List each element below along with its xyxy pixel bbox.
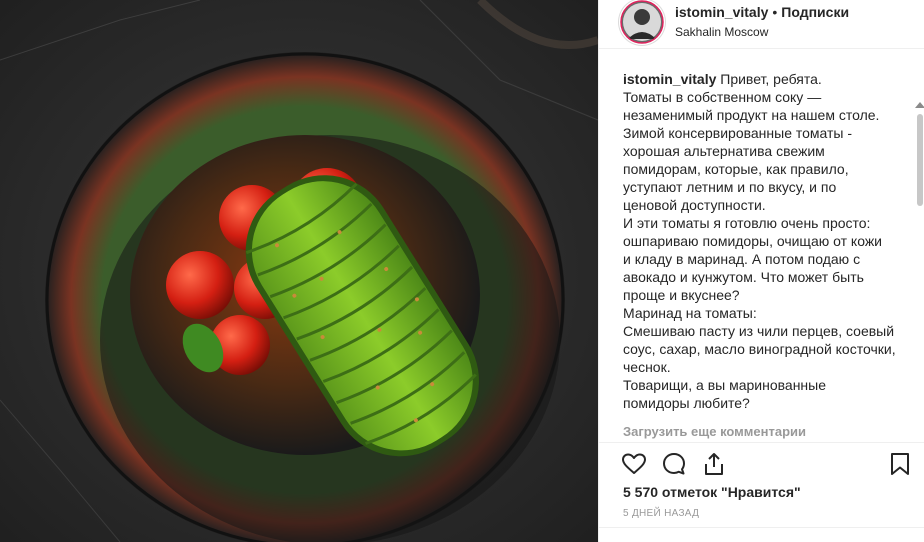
caption-line: и кладу в маринад. А потом подаю с [623, 251, 861, 267]
caption-line: проще и вкуснее? [623, 287, 740, 303]
caption-line: Зимой консервированные томаты - [623, 125, 853, 141]
avatar[interactable] [619, 0, 665, 45]
like-button[interactable] [621, 451, 647, 477]
caption-line: Маринад на томаты: [623, 305, 757, 321]
bookmark-icon [887, 451, 913, 477]
post-caption: istomin_vitaly Привет, ребята. Томаты в … [623, 70, 901, 412]
caption-line: ценовой доступности. [623, 197, 766, 213]
likes-count[interactable]: 5 570 отметок "Нравится" [623, 484, 801, 500]
post-header: istomin_vitaly • Подписки Sakhalin Moscow [599, 0, 924, 49]
header-username[interactable]: istomin_vitaly [675, 4, 768, 20]
post-timestamp[interactable]: 5 ДНЕЙ НАЗАД [623, 508, 699, 519]
caption-greeting: Привет, ребята. [720, 71, 822, 87]
comments-scrollbar[interactable] [917, 114, 923, 206]
share-button[interactable] [701, 451, 727, 477]
header-user-line: istomin_vitaly • Подписки [675, 4, 849, 20]
comment-button[interactable] [661, 451, 687, 477]
comment-icon [661, 451, 687, 477]
caption-line: незаменимый продукт на нашем столе. [623, 107, 880, 123]
caption-line: Смешиваю пасту из чили перцев, соевый [623, 323, 895, 339]
comments-area[interactable]: istomin_vitaly Привет, ребята. Томаты в … [599, 50, 924, 442]
caption-line: хорошая альтернатива свежим [623, 143, 825, 159]
caption-line: ошпариваю помидоры, очищаю от кожи [623, 233, 883, 249]
caption-line: уступают летним и по вкусу, и по [623, 179, 837, 195]
location-link[interactable]: Sakhalin Moscow [675, 25, 768, 39]
save-button[interactable] [887, 451, 913, 477]
caption-line: соус, сахар, масло виноградной косточки, [623, 341, 896, 357]
share-icon [701, 451, 727, 477]
caption-line: помидорам, которые, как правило, [623, 161, 849, 177]
caption-line: помидоры любите? [623, 395, 750, 411]
follow-button[interactable]: Подписки [781, 4, 849, 20]
post-actions [599, 442, 924, 483]
load-more-comments-link[interactable]: Загрузить еще комментарии [623, 424, 806, 439]
caption-first-line: istomin_vitaly Привет, ребята. [623, 70, 901, 88]
caption-line: авокадо и кунжутом. Что может быть [623, 269, 864, 285]
post-sidebar: istomin_vitaly • Подписки Sakhalin Moscow … [598, 0, 924, 542]
post-photo[interactable] [0, 0, 598, 542]
divider [599, 527, 924, 528]
caption-line: чеснок. [623, 359, 671, 375]
heart-icon [621, 451, 647, 477]
caption-line: Товарищи, а вы маринованные [623, 377, 827, 393]
caption-line: Томаты в собственном соку — [623, 89, 822, 105]
header-separator: • [772, 4, 778, 20]
scroll-up-arrow[interactable] [915, 102, 924, 108]
caption-line: И эти томаты я готовлю очень просто: [623, 215, 871, 231]
caption-username[interactable]: istomin_vitaly [623, 71, 716, 87]
